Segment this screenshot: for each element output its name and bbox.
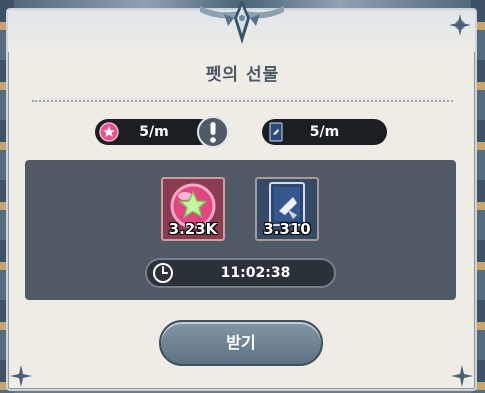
rate-pill-star-orb: 5/m	[95, 119, 213, 145]
alert-exclamation-icon[interactable]	[197, 116, 229, 148]
rate-value: 5/m	[139, 124, 169, 140]
corner-ornament-icon	[10, 365, 32, 387]
clock-icon	[153, 263, 173, 283]
reward-count: 3.310	[263, 220, 311, 238]
corner-ornament-icon	[451, 365, 473, 387]
claim-button[interactable]: 받기	[159, 320, 323, 366]
reward-item-star-orb[interactable]: 3.23K	[161, 177, 225, 241]
reward-count: 3.23K	[168, 220, 218, 238]
title-divider	[32, 100, 453, 102]
rate-value: 5/m	[309, 124, 340, 140]
dialog-title: 펫의 선물	[205, 65, 280, 85]
rate-pill-card: 5/m	[262, 119, 387, 145]
corner-ornament-icon	[449, 14, 471, 36]
crest-ornament-icon	[200, 0, 284, 44]
countdown-timer: 11:02:38	[145, 258, 336, 288]
timer-value: 11:02:38	[220, 265, 291, 281]
reward-item-card[interactable]: 3.310	[255, 177, 319, 241]
